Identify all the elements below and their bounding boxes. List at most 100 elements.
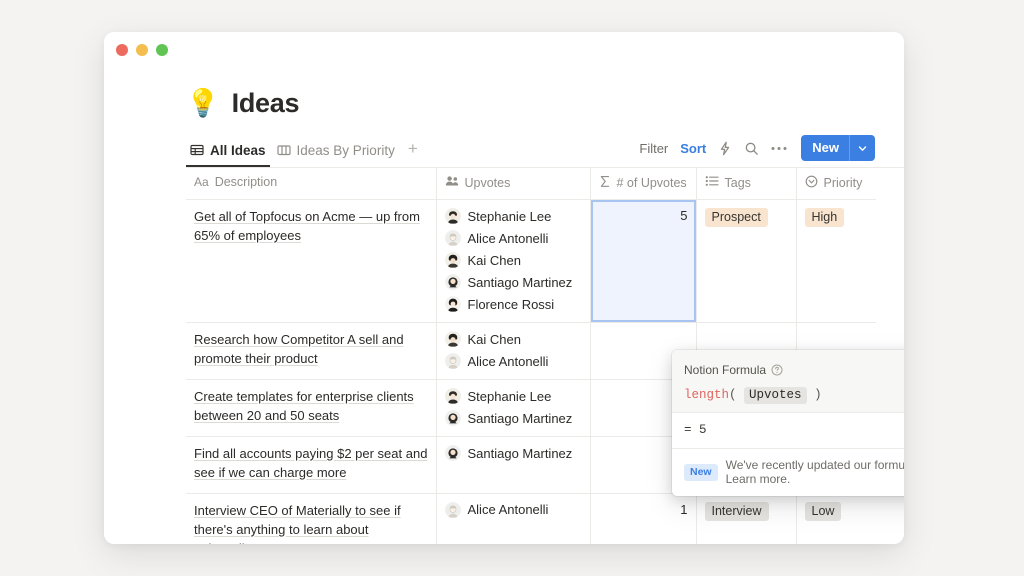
view-tabs-bar: All Ideas Ideas By Priority + Filter Sor…: [186, 135, 904, 168]
traffic-lights: [116, 44, 168, 56]
person-chip: Alice Antonelli: [444, 353, 582, 369]
person-name: Alice Antonelli: [467, 502, 549, 518]
cell-upvotes[interactable]: Alice Antonelli: [436, 493, 591, 544]
cell-upvotes[interactable]: Kai Chen Alice Antonelli: [436, 322, 591, 380]
column-label: Tags: [724, 175, 751, 190]
column-header-upvotes[interactable]: Upvotes: [436, 168, 591, 200]
chevron-down-icon[interactable]: [849, 135, 875, 161]
person-chip: Kai Chen: [444, 331, 582, 347]
column-label: Priority: [823, 176, 863, 190]
avatar: [444, 501, 461, 518]
cell-value: 1: [680, 501, 688, 517]
person-name: Stephanie Lee: [467, 208, 552, 224]
formula-open-paren: (: [729, 388, 737, 402]
new-button[interactable]: New: [801, 135, 875, 161]
cell-priority[interactable]: Low: [796, 493, 876, 544]
formula-result: = 5: [672, 412, 904, 449]
person-name: Alice Antonelli: [467, 353, 549, 369]
person-name: Santiago Martinez: [467, 274, 573, 290]
table-row: Get all of Topfocus on Acme — up from 65…: [186, 199, 876, 323]
app-window: 💡 Ideas All Ideas Ideas By Priority + Fi…: [104, 32, 904, 544]
page-header: 💡 Ideas All Ideas Ideas By Priority + Fi…: [104, 66, 904, 168]
avatar: [444, 353, 461, 369]
avatar: [444, 208, 461, 224]
search-icon[interactable]: [744, 141, 759, 156]
sigma-formula-icon: [599, 175, 611, 191]
view-tabs: All Ideas Ideas By Priority +: [186, 137, 424, 167]
cell-upvotes[interactable]: Stephanie Lee Alice Antonelli Kai Chen S…: [436, 199, 591, 323]
question-circle-icon[interactable]: [771, 364, 783, 376]
row-title[interactable]: Interview CEO of Materially to see if th…: [194, 503, 401, 544]
zoom-window-button[interactable]: [156, 44, 168, 56]
cell-upvotes[interactable]: Santiago Martinez: [436, 436, 591, 494]
cell-description[interactable]: Get all of Topfocus on Acme — up from 65…: [186, 199, 437, 323]
person-name: Florence Rossi: [467, 296, 555, 312]
column-header-tags[interactable]: Tags: [696, 168, 797, 200]
filter-button[interactable]: Filter: [639, 141, 668, 156]
window-titlebar: [104, 32, 904, 66]
lightning-icon[interactable]: [718, 141, 732, 156]
board-icon: [276, 143, 291, 157]
tab-all-ideas[interactable]: All Ideas: [186, 139, 270, 167]
row-title[interactable]: Get all of Topfocus on Acme — up from 65…: [194, 209, 420, 243]
close-window-button[interactable]: [116, 44, 128, 56]
cell-upvotes[interactable]: Stephanie Lee Santiago Martinez: [436, 379, 591, 437]
cell-value: 5: [680, 208, 688, 223]
cell-description[interactable]: Create templates for enterprise clients …: [186, 379, 437, 437]
person-chip: Stephanie Lee: [444, 208, 582, 224]
formula-popup-title-group: Notion Formula: [684, 363, 783, 377]
formula-function-name: length: [684, 388, 730, 402]
avatar: [444, 296, 461, 312]
text-type-icon: Aa: [194, 175, 209, 189]
row-title[interactable]: Research how Competitor A sell and promo…: [194, 332, 404, 366]
row-title[interactable]: Find all accounts paying $2 per seat and…: [194, 446, 427, 480]
table-header-row: Aa Description Upvotes # of Upvotes Tags…: [186, 168, 876, 200]
person-name: Santiago Martinez: [467, 410, 573, 426]
formula-close-paren: ): [814, 388, 822, 402]
cell-description[interactable]: Research how Competitor A sell and promo…: [186, 322, 437, 380]
cell-tags[interactable]: Interview: [696, 493, 797, 544]
formula-editor-section: Notion Formula Done length( Upvotes ): [672, 350, 904, 412]
person-chip: Alice Antonelli: [444, 501, 582, 518]
cell-description[interactable]: Find all accounts paying $2 per seat and…: [186, 436, 437, 494]
cell-num-upvotes[interactable]: 1: [590, 493, 697, 544]
row-title[interactable]: Create templates for enterprise clients …: [194, 389, 414, 423]
tab-label: Ideas By Priority: [296, 142, 395, 158]
person-name: Alice Antonelli: [467, 230, 549, 246]
page-title: Ideas: [231, 88, 300, 118]
person-name: Santiago Martinez: [467, 445, 573, 461]
avatar: [444, 230, 461, 246]
announcement-text[interactable]: We've recently updated our formula langu…: [726, 458, 904, 486]
new-badge: New: [684, 463, 718, 481]
cell-tags[interactable]: Prospect: [696, 199, 797, 323]
minimize-window-button[interactable]: [136, 44, 148, 56]
view-toolbar: Filter Sort New: [639, 135, 875, 167]
add-view-button[interactable]: +: [402, 137, 424, 167]
column-label: # of Upvotes: [616, 176, 687, 190]
formula-popup: Notion Formula Done length( Upvotes ) = …: [672, 350, 904, 496]
person-chip: Florence Rossi: [444, 296, 582, 312]
tab-ideas-by-priority[interactable]: Ideas By Priority: [273, 139, 399, 167]
cell-description[interactable]: Interview CEO of Materially to see if th…: [186, 493, 437, 544]
person-chip: Kai Chen: [444, 252, 582, 268]
multi-select-icon: [705, 175, 719, 190]
person-name: Stephanie Lee: [467, 388, 552, 404]
column-header-num-upvotes[interactable]: # of Upvotes: [590, 168, 697, 200]
priority-pill: High: [804, 208, 845, 227]
ellipsis-icon[interactable]: [771, 146, 787, 151]
avatar: [444, 274, 461, 290]
sort-button[interactable]: Sort: [680, 141, 706, 156]
cell-num-upvotes-selected[interactable]: 5: [590, 199, 697, 323]
formula-input[interactable]: length( Upvotes ): [684, 387, 904, 404]
page-title-row: 💡 Ideas: [186, 88, 904, 119]
column-header-description[interactable]: Aa Description: [186, 168, 437, 200]
formula-popup-title: Notion Formula: [684, 362, 767, 377]
column-label: Description: [214, 175, 278, 189]
column-label: Upvotes: [464, 175, 511, 190]
person-chip: Santiago Martinez: [444, 445, 582, 461]
column-header-priority[interactable]: Priority: [796, 168, 876, 200]
table-icon: [190, 143, 204, 157]
cell-priority[interactable]: High: [796, 199, 876, 323]
tab-label: All Ideas: [210, 142, 266, 158]
person-name: Kai Chen: [467, 331, 521, 347]
